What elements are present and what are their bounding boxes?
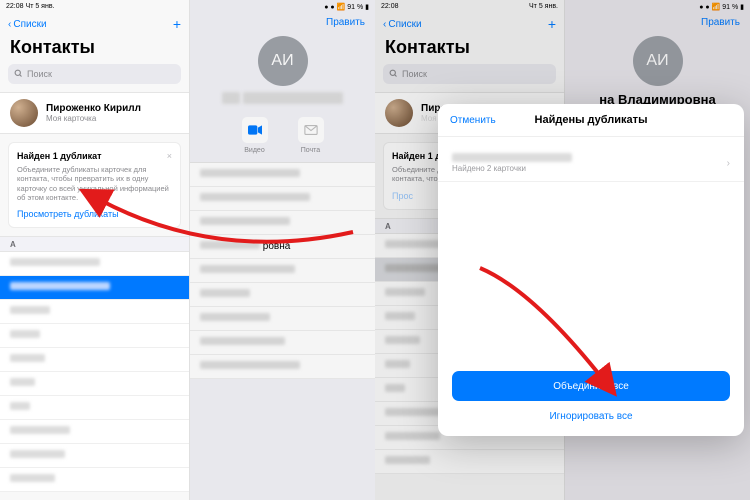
status-date: Чт 5 янв.	[529, 3, 558, 10]
contact-name	[190, 92, 375, 107]
edit-button[interactable]: Править	[565, 13, 750, 32]
modal-title: Найдены дубликаты	[535, 114, 648, 126]
battery-level: ● ● 📶 91 % ▮	[324, 3, 369, 11]
ignore-all-button[interactable]: Игнорировать все	[549, 411, 632, 422]
video-icon	[242, 117, 268, 143]
status-bar: 22:08 Чт 5 янв.	[0, 0, 189, 13]
list-item[interactable]	[190, 331, 375, 355]
status-time: 22:08	[381, 3, 399, 10]
page-title: Контакты	[0, 35, 189, 64]
status-bar: ● ● 📶 91 % ▮	[190, 0, 375, 13]
avatar: АИ	[258, 36, 308, 86]
avatar	[385, 99, 413, 127]
chevron-right-icon: ›	[727, 158, 730, 169]
list-item[interactable]	[190, 163, 375, 187]
list-item[interactable]	[0, 348, 189, 372]
search-input[interactable]: Поиск	[383, 64, 556, 84]
cancel-button[interactable]: Отменить	[450, 115, 496, 126]
list-item[interactable]	[0, 252, 189, 276]
list-item[interactable]	[0, 276, 189, 300]
avatar	[10, 99, 38, 127]
duplicates-title: Найден 1 дубликат	[17, 151, 102, 161]
list-item[interactable]	[190, 283, 375, 307]
duplicates-desc: Объедините дубликаты карточек для контак…	[17, 165, 172, 203]
list-item[interactable]	[0, 444, 189, 468]
search-placeholder: Поиск	[27, 69, 52, 79]
my-card-sub: Моя карточка	[46, 114, 141, 123]
mail-button[interactable]: Почта	[298, 117, 324, 154]
merge-all-button[interactable]: Объединить все	[452, 371, 730, 401]
list-item[interactable]: ровна	[190, 235, 375, 259]
chevron-left-icon: ‹	[8, 19, 11, 30]
list-item[interactable]	[190, 355, 375, 379]
view-duplicates-link[interactable]: Просмотреть дубликаты	[17, 209, 172, 219]
duplicate-row[interactable]: Найдено 2 карточки ›	[438, 145, 744, 182]
list-item[interactable]	[0, 324, 189, 348]
list-item[interactable]	[190, 211, 375, 235]
list-item[interactable]	[0, 372, 189, 396]
page-title: Контакты	[375, 35, 564, 64]
avatar: АИ	[633, 36, 683, 86]
list-item[interactable]	[190, 187, 375, 211]
duplicate-name	[452, 153, 572, 162]
chevron-left-icon: ‹	[383, 19, 386, 30]
search-input[interactable]: Поиск	[8, 64, 181, 84]
my-card-name: Пироженко Кирилл	[46, 103, 141, 114]
status-bar: ● ● 📶 91 % ▮	[565, 0, 750, 13]
add-button[interactable]: +	[548, 16, 556, 32]
list-item[interactable]	[190, 307, 375, 331]
add-button[interactable]: +	[173, 16, 181, 32]
list-item[interactable]	[0, 300, 189, 324]
search-icon	[389, 69, 398, 80]
list-item[interactable]	[0, 468, 189, 492]
my-card[interactable]: Пироженко Кирилл Моя карточка	[0, 92, 189, 134]
list-item[interactable]	[0, 420, 189, 444]
mail-icon	[298, 117, 324, 143]
status-date: Чт 5 янв.	[26, 3, 55, 10]
video-call-button[interactable]: Видео	[242, 117, 268, 154]
list-item[interactable]	[375, 450, 564, 474]
back-button[interactable]: ‹ Списки	[8, 19, 47, 30]
list-item[interactable]	[190, 259, 375, 283]
close-icon[interactable]: ×	[167, 151, 172, 161]
back-button[interactable]: ‹ Списки	[383, 19, 422, 30]
status-time: 22:08	[6, 3, 24, 10]
duplicates-card: Найден 1 дубликат × Объедините дубликаты…	[8, 142, 181, 228]
back-label: Списки	[13, 19, 46, 30]
duplicates-modal: Отменить Найдены дубликаты Найдено 2 кар…	[438, 104, 744, 436]
status-bar: 22:08 Чт 5 янв.	[375, 0, 564, 13]
search-icon	[14, 69, 23, 80]
edit-button[interactable]: Править	[190, 13, 375, 32]
index-a: А	[0, 236, 189, 252]
duplicate-count: Найдено 2 карточки	[452, 164, 572, 173]
list-item[interactable]	[0, 396, 189, 420]
